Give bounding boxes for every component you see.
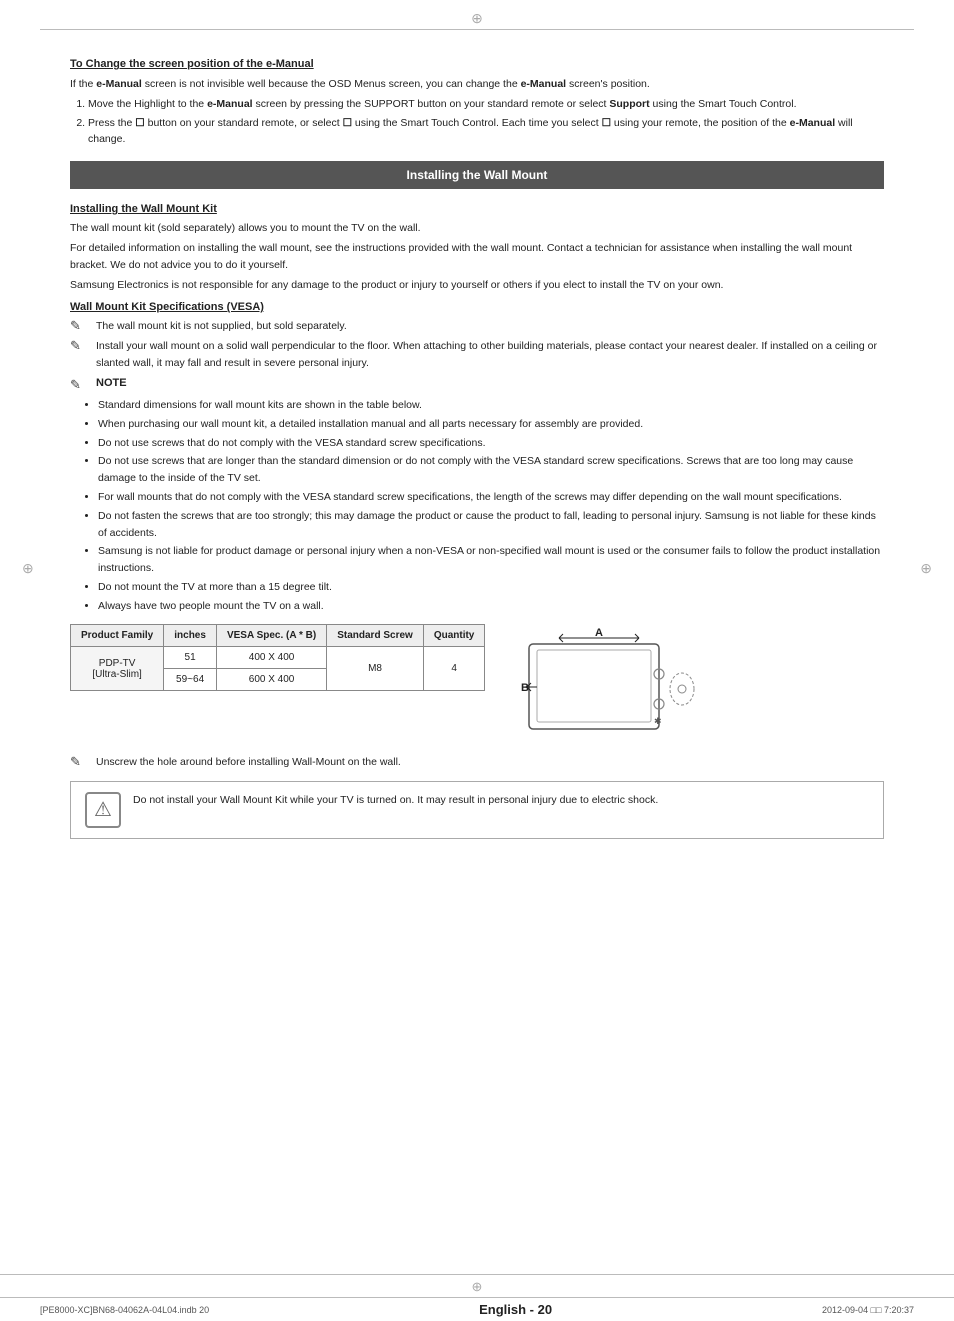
kit-p1: The wall mount kit (sold separately) all… (70, 220, 884, 236)
bullet-8: Do not mount the TV at more than a 15 de… (98, 579, 884, 596)
wall-mount-section-header: Installing the Wall Mount (70, 161, 884, 189)
tv-diagram-svg: A B (499, 624, 699, 744)
page: ⊕ To Change the screen position of the e… (0, 0, 954, 1321)
warning-box: ⚠ Do not install your Wall Mount Kit whi… (70, 781, 884, 839)
svg-text:A: A (595, 627, 603, 639)
bullet-4: Do not use screws that are longer than t… (98, 453, 884, 487)
col-inches: inches (164, 625, 217, 647)
note-icon-2: ✎ (70, 338, 92, 354)
spec-table: Product Family inches VESA Spec. (A * B)… (70, 624, 485, 691)
bottom-decoration: ⊕ (0, 1275, 954, 1297)
bullet-7: Samsung is not liable for product damage… (98, 543, 884, 577)
note-icon-3: ✎ (70, 377, 92, 393)
warning-icon: ⚠ (85, 792, 121, 828)
table-section: Product Family inches VESA Spec. (A * B)… (70, 624, 884, 744)
specs-title: Wall Mount Kit Specifications (VESA) (70, 301, 884, 313)
warning-text: Do not install your Wall Mount Kit while… (133, 792, 658, 808)
note-bold-label: NOTE (96, 377, 127, 389)
unscrew-note-line: ✎ Unscrew the hole around before install… (70, 754, 884, 770)
col-screw: Standard Screw (327, 625, 424, 647)
tv-diagram: A B (499, 624, 699, 744)
note-text-1: The wall mount kit is not supplied, but … (96, 318, 347, 334)
steps-list: Move the Highlight to the e-Manual scree… (70, 96, 884, 147)
kit-p3: Samsung Electronics is not responsible f… (70, 277, 884, 293)
change-screen-p1: If the e-Manual screen is not invisible … (70, 76, 884, 92)
bullet-5: For wall mounts that do not comply with … (98, 489, 884, 506)
screw-m8: M8 (327, 647, 424, 691)
bullet-9: Always have two people mount the TV on a… (98, 598, 884, 615)
note-header-line: ✎ NOTE (70, 377, 884, 393)
bullet-3: Do not use screws that do not comply wit… (98, 435, 884, 452)
qty-4: 4 (423, 647, 485, 691)
svg-text:✱: ✱ (654, 716, 662, 726)
kit-p2: For detailed information on installing t… (70, 240, 884, 273)
step-1: Move the Highlight to the e-Manual scree… (88, 96, 884, 112)
step-2: Press the ☐ button on your standard remo… (88, 115, 884, 148)
product-family-cell: PDP-TV[Ultra-Slim] (71, 647, 164, 691)
bottom-footer: [PE8000-XC]BN68-04062A-04L04.indb 20 Eng… (0, 1297, 954, 1321)
footer-page-label: English - 20 (479, 1302, 552, 1317)
note-text-2: Install your wall mount on a solid wall … (96, 338, 884, 371)
left-margin-symbol: ⊕ (22, 560, 34, 577)
vesa-600x400: 600 X 400 (216, 669, 326, 691)
bullet-list: Standard dimensions for wall mount kits … (70, 397, 884, 615)
note-section-1: ✎ The wall mount kit is not supplied, bu… (70, 318, 884, 371)
change-screen-title: To Change the screen position of the e-M… (70, 58, 884, 70)
vesa-400x400: 400 X 400 (216, 647, 326, 669)
top-decoration: ⊕ (0, 0, 954, 29)
bullet-1: Standard dimensions for wall mount kits … (98, 397, 884, 414)
content-area: To Change the screen position of the e-M… (0, 30, 954, 859)
note-line-1: ✎ The wall mount kit is not supplied, bu… (70, 318, 884, 334)
footer-left-text: [PE8000-XC]BN68-04062A-04L04.indb 20 (40, 1305, 209, 1315)
right-margin-symbol: ⊕ (920, 560, 932, 577)
footer-right-text: 2012-09-04 □□ 7:20:37 (822, 1305, 914, 1315)
col-qty: Quantity (423, 625, 485, 647)
note-icon-1: ✎ (70, 318, 92, 334)
inches-51: 51 (164, 647, 217, 669)
col-vesa: VESA Spec. (A * B) (216, 625, 326, 647)
unscrew-note-text: Unscrew the hole around before installin… (96, 754, 401, 770)
unscrew-note-icon: ✎ (70, 754, 92, 770)
col-product-family: Product Family (71, 625, 164, 647)
bottom-area: ⊕ [PE8000-XC]BN68-04062A-04L04.indb 20 E… (0, 1274, 954, 1321)
bullet-6: Do not fasten the screws that are too st… (98, 508, 884, 542)
bullet-2: When purchasing our wall mount kit, a de… (98, 416, 884, 433)
note-line-2: ✎ Install your wall mount on a solid wal… (70, 338, 884, 371)
inches-59-64: 59~64 (164, 669, 217, 691)
wall-mount-kit-title: Installing the Wall Mount Kit (70, 203, 884, 215)
